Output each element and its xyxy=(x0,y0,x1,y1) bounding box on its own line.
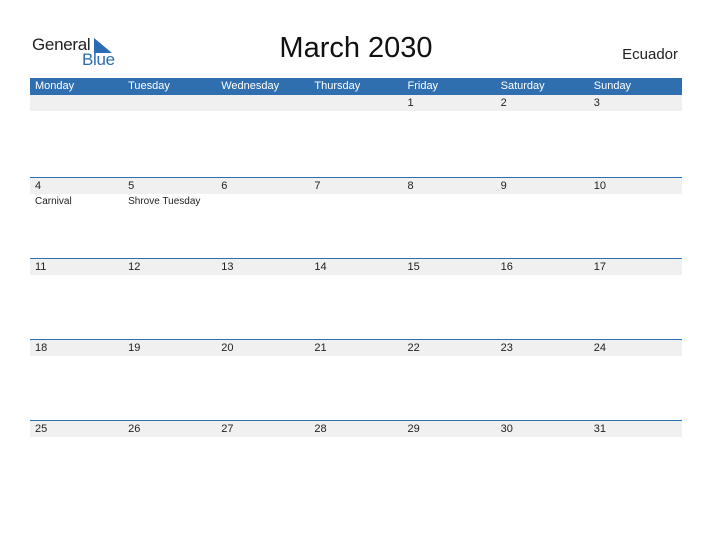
event-row xyxy=(30,356,682,357)
holiday-label: Shrove Tuesday xyxy=(128,196,201,207)
day-number: 16 xyxy=(500,261,513,273)
day-number: 5 xyxy=(128,180,135,192)
holiday-label xyxy=(589,194,682,208)
holiday-label xyxy=(496,437,589,438)
holiday-label xyxy=(403,275,496,276)
holiday-label xyxy=(589,111,682,112)
day-number: 22 xyxy=(407,342,420,354)
holiday-label xyxy=(216,356,309,357)
event-row xyxy=(30,275,682,276)
holiday-label xyxy=(216,275,309,276)
day-number: 20 xyxy=(221,342,234,354)
holiday-label xyxy=(589,356,682,357)
date-strip: 18 19 20 21 22 23 24 xyxy=(30,340,682,356)
holiday-label xyxy=(496,111,589,112)
date-strip: 1 2 3 xyxy=(30,95,682,111)
day-number: 31 xyxy=(593,423,606,435)
calendar-grid: Monday Tuesday Wednesday Thursday Friday… xyxy=(30,78,682,437)
holiday-label xyxy=(496,356,589,357)
day-number xyxy=(123,95,216,111)
event-row xyxy=(30,437,682,438)
date-strip: 4 5 6 7 8 9 10 xyxy=(30,178,682,194)
day-number xyxy=(30,95,123,111)
holiday-label xyxy=(216,111,309,112)
day-number: 21 xyxy=(314,342,327,354)
weekday-monday: Monday xyxy=(35,80,75,92)
holiday-label xyxy=(123,437,216,438)
weekday-header: Monday Tuesday Wednesday Thursday Friday… xyxy=(30,78,682,95)
week-row: 1 2 3 xyxy=(30,95,682,112)
event-row: Carnival Shrove Tuesday xyxy=(30,194,682,208)
day-number: 6 xyxy=(221,180,228,192)
date-strip: 11 12 13 14 15 16 17 xyxy=(30,259,682,275)
week-row: 4 5 6 7 8 9 10 Carnival Shrove Tuesday xyxy=(30,177,682,208)
weekday-sunday: Sunday xyxy=(593,80,632,92)
holiday-label xyxy=(496,275,589,276)
weekday-friday: Friday xyxy=(407,80,439,92)
event-row xyxy=(30,111,682,112)
day-number: 12 xyxy=(128,261,141,273)
holiday-label: Carnival xyxy=(35,196,72,207)
day-number: 19 xyxy=(128,342,141,354)
day-number: 26 xyxy=(128,423,141,435)
date-strip: 25 26 27 28 29 30 31 xyxy=(30,421,682,437)
day-number xyxy=(216,95,309,111)
holiday-label xyxy=(123,275,216,276)
day-number: 3 xyxy=(593,97,600,109)
day-number: 15 xyxy=(407,261,420,273)
day-number: 4 xyxy=(35,180,42,192)
holiday-label xyxy=(309,437,402,438)
holiday-label xyxy=(30,111,123,112)
holiday-label xyxy=(309,275,402,276)
day-number: 30 xyxy=(500,423,513,435)
day-number: 1 xyxy=(407,97,414,109)
day-number: 10 xyxy=(593,180,606,192)
day-number: 7 xyxy=(314,180,321,192)
holiday-label xyxy=(123,356,216,357)
day-number: 14 xyxy=(314,261,327,273)
day-number: 13 xyxy=(221,261,234,273)
weekday-saturday: Saturday xyxy=(500,80,545,92)
day-number: 25 xyxy=(35,423,48,435)
holiday-label xyxy=(309,194,402,208)
day-number: 28 xyxy=(314,423,327,435)
page-title: March 2030 xyxy=(279,32,433,64)
holiday-label xyxy=(123,111,216,112)
day-number: 29 xyxy=(407,423,420,435)
day-number: 24 xyxy=(593,342,606,354)
holiday-label xyxy=(30,437,123,438)
holiday-label xyxy=(589,275,682,276)
holiday-label xyxy=(403,111,496,112)
weekday-wednesday: Wednesday xyxy=(221,80,280,92)
day-number: 18 xyxy=(35,342,48,354)
week-row: 18 19 20 21 22 23 24 xyxy=(30,339,682,357)
holiday-label xyxy=(589,437,682,438)
day-number: 17 xyxy=(593,261,606,273)
day-number xyxy=(309,95,402,111)
day-number: 8 xyxy=(407,180,414,192)
week-row: 11 12 13 14 15 16 17 xyxy=(30,258,682,276)
country-label: Ecuador xyxy=(622,46,678,63)
holiday-label xyxy=(30,356,123,357)
holiday-label xyxy=(309,356,402,357)
weekday-thursday: Thursday xyxy=(314,80,361,92)
holiday-label xyxy=(496,194,589,208)
day-number: 11 xyxy=(35,261,47,273)
day-number: 27 xyxy=(221,423,234,435)
holiday-label xyxy=(216,437,309,438)
day-number: 23 xyxy=(500,342,513,354)
holiday-label xyxy=(309,111,402,112)
holiday-label xyxy=(403,356,496,357)
holiday-label xyxy=(403,194,496,208)
holiday-label xyxy=(403,437,496,438)
holiday-label xyxy=(30,275,123,276)
holiday-label xyxy=(216,194,309,208)
day-number: 2 xyxy=(500,97,507,109)
week-row: 25 26 27 28 29 30 31 xyxy=(30,420,682,438)
weekday-tuesday: Tuesday xyxy=(128,80,170,92)
day-number: 9 xyxy=(500,180,507,192)
